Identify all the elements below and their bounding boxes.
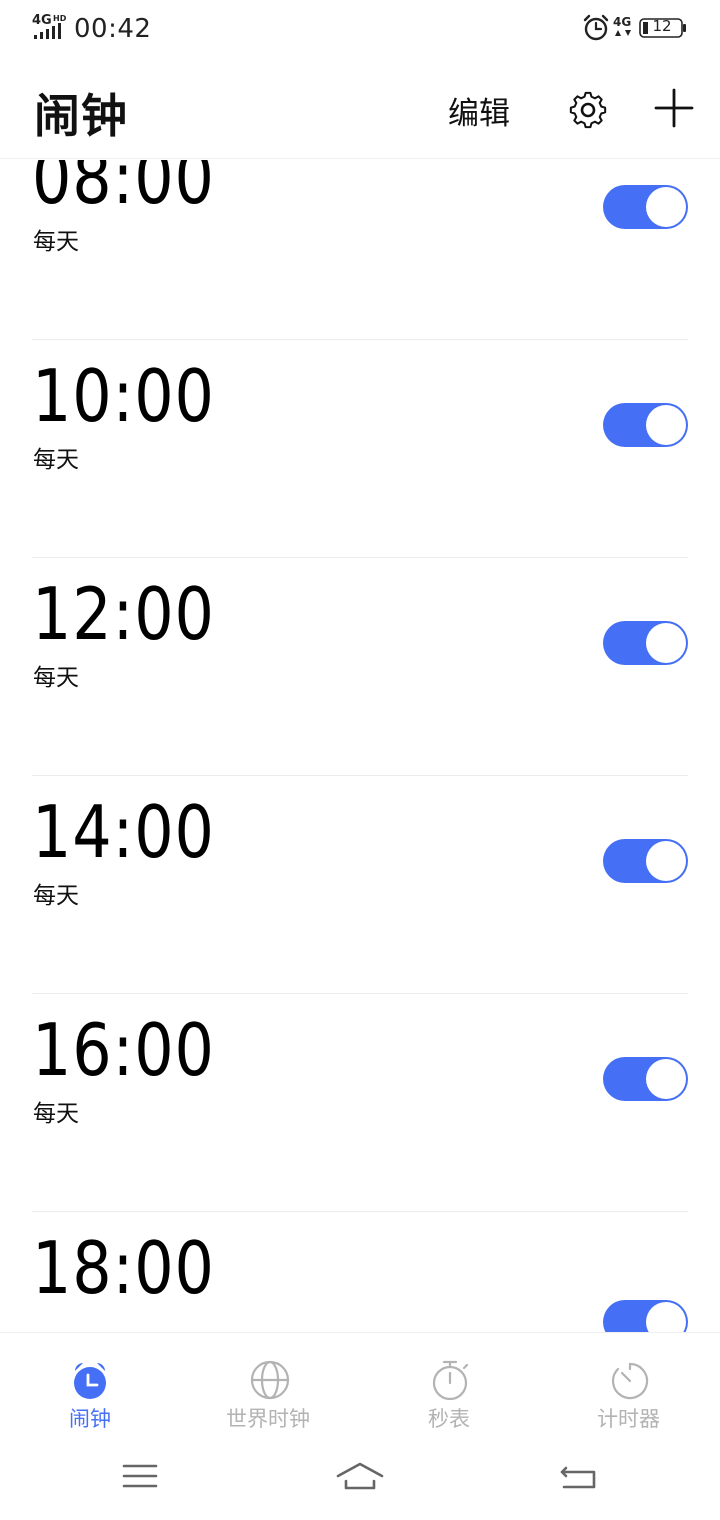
alarm-repeat: 每天 [33,229,79,255]
alarm-time: 12:00 [32,572,215,656]
page-title: 闹钟 [34,89,128,143]
tab-timer[interactable]: 计时器 [580,1333,680,1439]
tab-label: 世界时钟 [226,1407,310,1431]
globe-icon [250,1360,290,1400]
alarm-toggle[interactable] [603,839,688,883]
alarm-toggle[interactable] [603,621,688,665]
stopwatch-icon [432,1360,469,1401]
edit-button[interactable]: 编辑 [448,88,510,133]
tab-label: 秒表 [428,1407,470,1431]
signal-icon: 4G HD [32,13,67,39]
alarm-item[interactable]: 18:00 [0,1226,720,1332]
alarm-time: 14:00 [32,790,215,874]
alarm-item[interactable]: 08:00 每天 [0,160,720,354]
divider [32,557,688,558]
network-sub-label: HD [53,14,67,23]
alarm-item[interactable]: 16:00 每天 [0,1008,720,1226]
toggle-knob [646,405,686,445]
network-label: 4G [32,13,52,28]
alarm-toggle[interactable] [603,1300,688,1332]
alarm-toggle[interactable] [603,185,688,229]
alarm-time: 08:00 [32,160,215,220]
alarm-repeat: 每天 [33,883,79,909]
toggle-knob [646,187,686,227]
divider [32,775,688,776]
alarm-status-icon [583,14,609,41]
alarm-clock-icon [74,1363,106,1399]
tab-label: 闹钟 [69,1407,111,1431]
home-icon[interactable] [334,1454,386,1498]
gear-icon[interactable] [566,88,610,132]
timer-icon [611,1362,649,1400]
alarm-toggle[interactable] [603,1057,688,1101]
menu-icon[interactable] [118,1454,162,1498]
status-time: 00:42 [74,14,152,44]
mobile-data-icon: 4G [613,15,631,36]
system-nav-bar [0,1438,720,1520]
tab-bar: 闹钟 世界时钟 秒表 计时器 [0,1332,720,1438]
alarm-item[interactable]: 12:00 每天 [0,572,720,790]
alarm-list: 08:00 每天 10:00 每天 12:00 每天 14:00 每天 16:0… [0,160,720,1332]
alarm-time: 10:00 [32,354,215,438]
tab-alarm[interactable]: 闹钟 [40,1333,140,1439]
alarm-item[interactable]: 10:00 每天 [0,354,720,572]
tab-world-clock[interactable]: 世界时钟 [210,1333,330,1439]
tab-stopwatch[interactable]: 秒表 [400,1333,500,1439]
status-bar: 4G HD 00:42 4G 12 [0,0,720,56]
alarm-time: 16:00 [32,1008,215,1092]
alarm-time: 18:00 [32,1226,215,1310]
add-alarm-button[interactable] [652,86,696,130]
alarm-repeat: 每天 [33,665,79,691]
divider [32,1211,688,1212]
divider [32,993,688,994]
back-icon[interactable] [556,1454,600,1498]
app-header: 闹钟 编辑 [0,56,720,159]
toggle-knob [646,1302,686,1332]
network-right-label: 4G [613,15,631,29]
toggle-knob [646,623,686,663]
battery-level: 12 [652,17,672,35]
tab-label: 计时器 [597,1407,660,1431]
divider [32,339,688,340]
alarm-repeat: 每天 [33,447,79,473]
toggle-knob [646,1059,686,1099]
alarm-repeat: 每天 [33,1101,79,1127]
alarm-item[interactable]: 14:00 每天 [0,790,720,1008]
alarm-toggle[interactable] [603,403,688,447]
toggle-knob [646,841,686,881]
